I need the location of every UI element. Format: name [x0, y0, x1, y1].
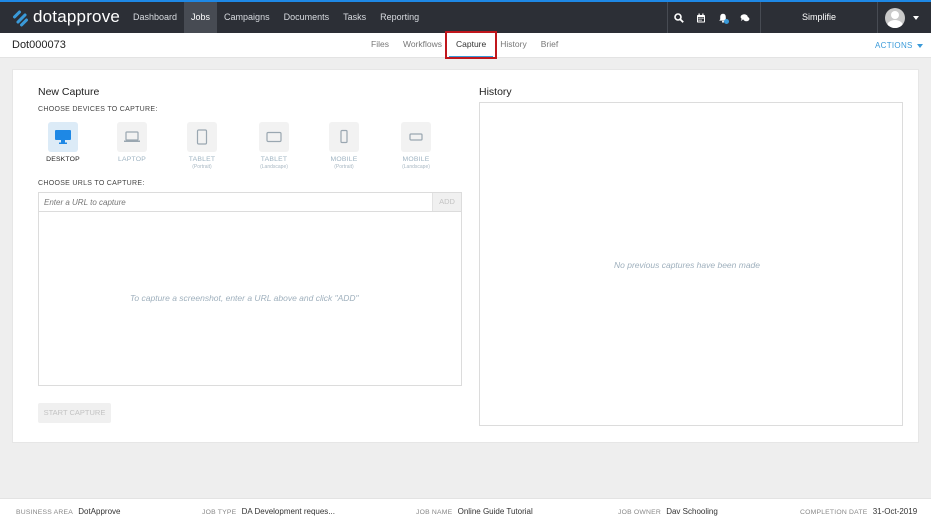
device-orientation: (Portrait): [192, 164, 212, 170]
url-list-empty-message: To capture a screenshot, enter a URL abo…: [130, 293, 359, 303]
business-area-value: DotApprove: [78, 507, 121, 516]
job-name-value: Online Guide Tutorial: [457, 507, 533, 516]
logo-icon: [12, 9, 29, 27]
device-laptop[interactable]: LAPTOP: [109, 122, 155, 163]
logo-text: dotapprove: [33, 7, 121, 26]
notification-dot: [724, 19, 729, 24]
top-navbar: dotapprove Dashboard Jobs Campaigns Docu…: [0, 0, 931, 33]
tab-capture[interactable]: Capture: [449, 33, 494, 58]
completion-date-label: COMPLETION DATE: [800, 509, 868, 516]
start-capture-button[interactable]: START CAPTURE: [38, 403, 111, 423]
tab-workflows[interactable]: Workflows: [396, 33, 449, 58]
device-label: MOBILE: [330, 156, 358, 163]
job-owner: JOB OWNER Dav Schooling: [618, 507, 718, 516]
url-entry-row: ADD: [38, 192, 462, 212]
calendar-icon[interactable]: [690, 2, 712, 33]
chat-icon[interactable]: [734, 2, 756, 33]
user-name[interactable]: Simplifie: [760, 2, 878, 33]
job-type-label: JOB TYPE: [202, 509, 237, 516]
desktop-icon: [48, 122, 78, 152]
completion-date: COMPLETION DATE 31-Oct-2019: [800, 507, 917, 516]
nav-item-dashboard[interactable]: Dashboard: [126, 2, 184, 33]
nav-item-documents[interactable]: Documents: [277, 2, 337, 33]
device-orientation: (Landscape): [402, 164, 430, 170]
nav-item-reporting[interactable]: Reporting: [373, 2, 426, 33]
completion-date-value: 31-Oct-2019: [872, 507, 918, 516]
job-owner-label: JOB OWNER: [618, 509, 661, 516]
job-name-label: JOB NAME: [416, 509, 453, 516]
business-area-label: BUSINESS AREA: [16, 509, 73, 516]
device-label: MOBILE: [402, 156, 430, 163]
new-capture-title: New Capture: [38, 86, 100, 98]
actions-label: ACTIONS: [875, 41, 913, 50]
page-title: Dot000073: [12, 39, 66, 51]
url-list: To capture a screenshot, enter a URL abo…: [38, 211, 462, 386]
device-tablet-portrait[interactable]: TABLET (Portrait): [179, 122, 225, 170]
nav-item-campaigns[interactable]: Campaigns: [217, 2, 277, 33]
job-type: JOB TYPE DA Development reques...: [202, 507, 335, 516]
tab-files[interactable]: Files: [364, 33, 396, 58]
capture-card: New Capture CHOOSE DEVICES TO CAPTURE: D…: [12, 69, 919, 443]
job-owner-value: Dav Schooling: [666, 507, 718, 516]
device-label: LAPTOP: [118, 156, 146, 163]
device-label: TABLET: [260, 156, 288, 163]
tablet-landscape-icon: [259, 122, 289, 152]
device-orientation: (Portrait): [334, 164, 354, 170]
url-input[interactable]: [39, 193, 432, 211]
devices-label: CHOOSE DEVICES TO CAPTURE:: [38, 106, 158, 113]
nav-icon-group: [667, 2, 756, 33]
device-mobile-landscape[interactable]: MOBILE (Landscape): [393, 122, 439, 170]
nav-item-jobs[interactable]: Jobs: [184, 2, 218, 33]
job-name: JOB NAME Online Guide Tutorial: [416, 507, 533, 516]
mobile-landscape-icon: [401, 122, 431, 152]
job-type-value: DA Development reques...: [241, 507, 335, 516]
business-area: BUSINESS AREA DotApprove: [16, 507, 120, 516]
history-panel: No previous captures have been made: [479, 102, 903, 426]
tab-brief[interactable]: Brief: [534, 33, 565, 58]
add-url-button[interactable]: ADD: [432, 193, 461, 211]
search-icon[interactable]: [668, 2, 690, 33]
nav-item-tasks[interactable]: Tasks: [336, 2, 373, 33]
tablet-portrait-icon: [187, 122, 217, 152]
job-header: Dot000073 Files Workflows Capture Histor…: [0, 33, 931, 58]
history-empty-message: No previous captures have been made: [614, 260, 761, 270]
laptop-icon: [117, 122, 147, 152]
logo[interactable]: dotapprove: [12, 7, 120, 27]
mobile-portrait-icon: [329, 122, 359, 152]
main-nav: Dashboard Jobs Campaigns Documents Tasks…: [126, 2, 426, 33]
job-tabs: Files Workflows Capture History Brief: [364, 33, 565, 58]
avatar[interactable]: [885, 8, 905, 28]
device-mobile-portrait[interactable]: MOBILE (Portrait): [321, 122, 367, 170]
device-label: TABLET: [188, 156, 216, 163]
device-tablet-landscape[interactable]: TABLET (Landscape): [251, 122, 297, 170]
device-label: DESKTOP: [46, 156, 80, 163]
job-footer: BUSINESS AREA DotApprove JOB TYPE DA Dev…: [0, 498, 931, 523]
device-orientation: (Landscape): [260, 164, 288, 170]
urls-label: CHOOSE URLS TO CAPTURE:: [38, 180, 145, 187]
device-desktop[interactable]: DESKTOP: [40, 122, 86, 163]
chevron-down-icon[interactable]: [913, 16, 919, 20]
tab-history[interactable]: History: [493, 33, 533, 58]
history-title: History: [479, 86, 512, 98]
actions-dropdown[interactable]: ACTIONS: [875, 41, 923, 50]
bell-icon[interactable]: [712, 2, 734, 33]
chevron-down-icon: [916, 43, 923, 48]
